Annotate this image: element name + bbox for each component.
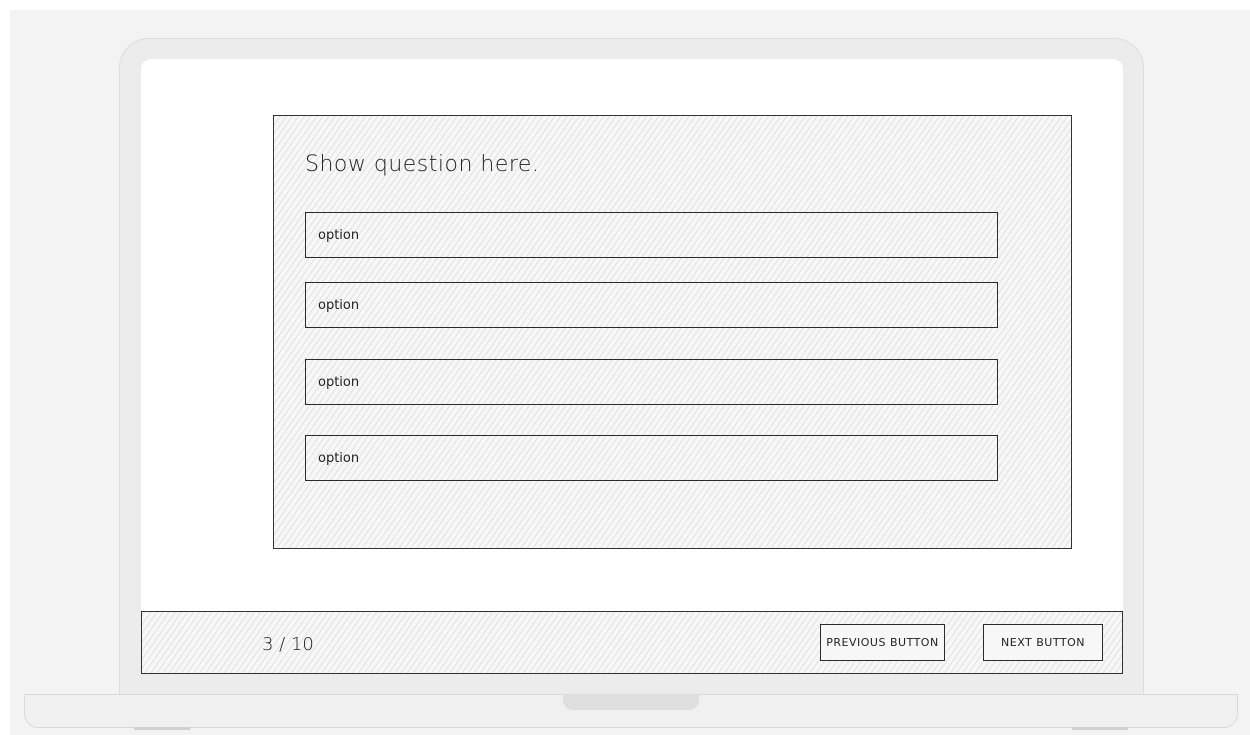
answer-option-1[interactable]: option [305,212,998,258]
answer-option-4[interactable]: option [305,435,998,481]
laptop-foot-left [134,727,190,730]
next-button[interactable]: NEXT BUTTON [983,624,1103,661]
question-card [273,115,1072,549]
laptop-notch [563,694,699,710]
page-counter: 3 / 10 [262,634,314,655]
answer-option-2[interactable]: option [305,282,998,328]
laptop-foot-right [1072,727,1128,730]
previous-button[interactable]: PREVIOUS BUTTON [820,624,945,661]
answer-option-3[interactable]: option [305,359,998,405]
question-text: Show question here. [305,152,540,177]
